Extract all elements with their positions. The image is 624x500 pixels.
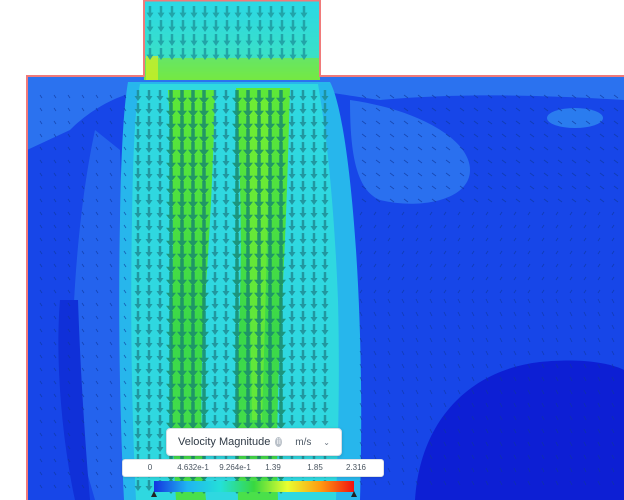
- colorbar-min-marker[interactable]: [151, 491, 157, 497]
- unit-select[interactable]: m/s ⌄: [282, 432, 333, 452]
- legend-tick-label: 1.39: [265, 463, 281, 472]
- legend-title: Velocity Magnitude: [178, 436, 271, 448]
- legend-tick-strip: 0 4.632e-1 9.264e-1 1.39 1.85 2.316: [122, 459, 384, 477]
- colorbar-max-marker[interactable]: [351, 491, 357, 497]
- simulation-viewport[interactable]: [0, 0, 624, 500]
- legend-tick-label: 2.316: [345, 463, 367, 472]
- chevron-down-icon: ⌄: [323, 437, 330, 447]
- legend-tick-label: 1.85: [307, 463, 323, 472]
- info-icon[interactable]: ii: [275, 437, 283, 447]
- legend-colorbar: [154, 481, 354, 492]
- legend-tick-label: 0: [147, 463, 153, 472]
- legend-tick-label: 9.264e-1: [219, 463, 251, 472]
- legend-tick-label: 4.632e-1: [177, 463, 209, 472]
- legend-header: Velocity Magnitude ii m/s ⌄: [166, 428, 342, 456]
- velocity-field-render[interactable]: [0, 0, 624, 500]
- unit-label: m/s: [295, 436, 312, 448]
